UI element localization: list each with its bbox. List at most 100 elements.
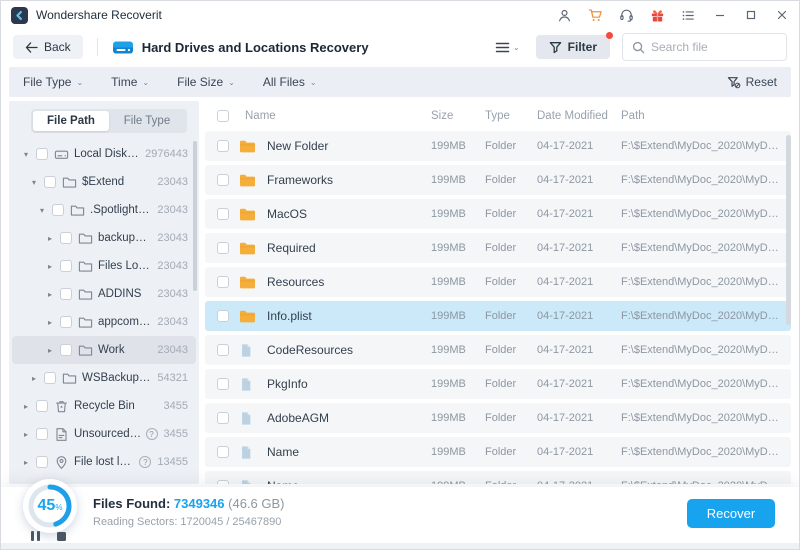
column-path: Path [621,110,645,122]
tree-item[interactable]: ▸ Recycle Bin 3455 [12,392,196,420]
tree-label: Files Lost Origri... [98,260,151,272]
minimize-button[interactable] [712,8,727,23]
maximize-button[interactable] [743,8,758,23]
tab-file-path[interactable]: File Path [33,111,109,131]
tree-checkbox[interactable] [36,456,48,468]
toolbar: Back Hard Drives and Locations Recovery … [1,29,799,65]
table-row[interactable]: Resources 199MB Folder 04-17-2021 F:\$Ex… [205,267,791,297]
row-type: Folder [485,276,517,288]
table-row[interactable]: New Folder 199MB Folder 04-17-2021 F:\$E… [205,131,791,161]
tree-expander-icon[interactable]: ▾ [32,178,44,187]
file-icon [239,377,256,392]
filter-all-files[interactable]: All Files ⌄ [263,75,317,89]
view-options-button[interactable]: ⌄ [491,37,524,58]
tree-expander-icon[interactable]: ▸ [24,430,36,439]
stop-scan-button[interactable] [57,531,66,541]
tree-item[interactable]: ▸ WSBackupData 54321 [12,364,196,392]
filter-file-type[interactable]: File Type ⌄ [23,75,83,89]
tree-checkbox[interactable] [60,288,72,300]
tree-checkbox[interactable] [60,344,72,356]
tree-checkbox[interactable] [44,372,56,384]
table-row[interactable]: Frameworks 199MB Folder 04-17-2021 F:\$E… [205,165,791,195]
tree-checkbox[interactable] [60,260,72,272]
filter-button[interactable]: Filter [535,32,613,59]
row-checkbox[interactable] [217,208,229,220]
help-icon[interactable]: ? [139,456,152,468]
row-checkbox[interactable] [217,378,229,390]
filter-time[interactable]: Time ⌄ [111,75,149,89]
tree-count: 13455 [157,456,188,468]
tree-checkbox[interactable] [52,204,64,216]
row-checkbox[interactable] [217,140,229,152]
location-icon [54,455,69,470]
help-icon[interactable]: ? [145,428,158,440]
table-row[interactable]: Info.plist 199MB Folder 04-17-2021 F:\$E… [205,301,791,331]
recover-button[interactable]: Recover [687,499,775,528]
tree-item[interactable]: ▸ Work 23043 [12,336,196,364]
tree-expander-icon[interactable]: ▸ [24,458,36,467]
search-box[interactable] [622,33,787,61]
table-row[interactable]: CodeResources 199MB Folder 04-17-2021 F:… [205,335,791,365]
row-checkbox[interactable] [217,446,229,458]
tree-checkbox[interactable] [36,148,48,160]
tree-item[interactable]: ▾ .Spotlight-V10000... 23043 [12,196,196,224]
filter-label: Filter [567,40,597,54]
pause-scan-button[interactable] [31,531,40,541]
row-checkbox[interactable] [217,412,229,424]
tree-expander-icon[interactable]: ▸ [48,234,60,243]
table-row[interactable]: PkgInfo 199MB Folder 04-17-2021 F:\$Exte… [205,369,791,399]
tree-count: 23043 [157,260,188,272]
reset-label: Reset [745,75,777,89]
tree-checkbox[interactable] [36,400,48,412]
table-row[interactable]: Name 199MB Folder 04-17-2021 F:\$Extend\… [205,437,791,467]
tree-count: 23043 [157,232,188,244]
row-checkbox[interactable] [217,276,229,288]
support-headset-icon[interactable] [619,8,634,23]
tree-expander-icon[interactable]: ▸ [32,374,44,383]
tree-item[interactable]: ▸ appcompat 23043 [12,308,196,336]
tree-checkbox[interactable] [60,232,72,244]
tree-checkbox[interactable] [44,176,56,188]
tree-checkbox[interactable] [60,316,72,328]
tree-expander-icon[interactable]: ▸ [48,318,60,327]
table-row[interactable]: Name 199MB Folder 04-17-2021 F:\$Extend\… [205,471,791,484]
tab-file-type[interactable]: File Type [109,111,185,131]
tree-expander-icon[interactable]: ▸ [48,290,60,299]
tree-item[interactable]: ▸ backupdata 23043 [12,224,196,252]
tree-expander-icon[interactable]: ▾ [40,206,52,215]
row-checkbox[interactable] [217,174,229,186]
cart-icon[interactable] [588,8,603,23]
tree-checkbox[interactable] [36,428,48,440]
tree-item[interactable]: ▸ Unsourced files ? 3455 [12,420,196,448]
table-row[interactable]: Required 199MB Folder 04-17-2021 F:\$Ext… [205,233,791,263]
row-checkbox[interactable] [217,344,229,356]
reset-funnel-icon [727,76,741,88]
reset-filter-button[interactable]: Reset [727,75,777,89]
tree-item[interactable]: ▸ ADDINS 23043 [12,280,196,308]
row-checkbox[interactable] [217,480,229,484]
filter-file-size[interactable]: File Size ⌄ [177,75,235,89]
close-button[interactable] [774,8,789,23]
select-all-checkbox[interactable] [217,110,229,122]
tree-item[interactable]: ▾ $Extend 23043 [12,168,196,196]
tree-expander-icon[interactable]: ▸ [48,346,60,355]
sidebar-scrollbar[interactable] [193,141,197,291]
row-checkbox[interactable] [217,310,229,322]
gift-icon[interactable] [650,8,665,23]
table-scrollbar[interactable] [786,135,791,325]
tree-expander-icon[interactable]: ▸ [24,402,36,411]
tree-expander-icon[interactable]: ▸ [48,262,60,271]
tree-item[interactable]: ▸ File lost location ? 13455 [12,448,196,476]
user-icon[interactable] [557,8,572,23]
tree-expander-icon[interactable]: ▾ [24,150,36,159]
task-list-icon[interactable] [681,8,696,23]
tree-item[interactable]: ▸ Files Lost Origri... 23043 [12,252,196,280]
tree-item[interactable]: ▾ Local Disk (F:) 2976443 [12,140,196,168]
table-row[interactable]: MacOS 199MB Folder 04-17-2021 F:\$Extend… [205,199,791,229]
back-button[interactable]: Back [13,35,83,59]
row-checkbox[interactable] [217,242,229,254]
bottom-strip [1,543,799,549]
search-input[interactable] [651,40,777,54]
tree-count: 2976443 [145,148,188,160]
table-row[interactable]: AdobeAGM 199MB Folder 04-17-2021 F:\$Ext… [205,403,791,433]
